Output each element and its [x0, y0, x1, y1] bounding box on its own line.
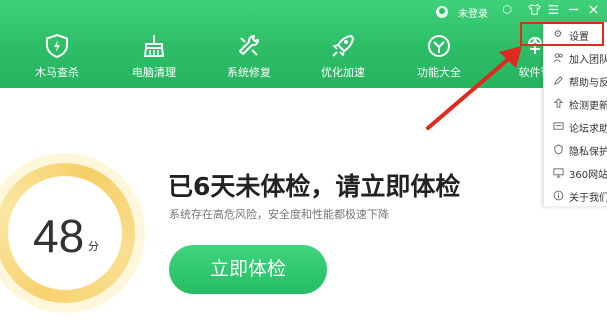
rocket-icon: [332, 35, 354, 57]
shirt-icon[interactable]: [527, 3, 541, 17]
app-header: 未登录 ⬡ 木马查杀 电脑清理 系统修复 优化加速 功能大全 软件管: [0, 0, 607, 88]
checkup-now-button[interactable]: 立即体检: [169, 245, 327, 294]
nav-item-trojan-scan[interactable]: 木马查杀: [22, 24, 92, 88]
title-bar: 未登录 ⬡: [0, 0, 607, 22]
edit-icon: [552, 75, 564, 87]
update-icon: [552, 98, 564, 110]
menu-item-label: 隐私保护: [569, 147, 607, 158]
annotation-highlight-box: [520, 22, 604, 46]
nav-item-system-repair[interactable]: 系统修复: [214, 24, 284, 88]
nav-label: 功能大全: [417, 66, 461, 79]
menu-item-join-team[interactable]: 加入团队: [544, 47, 607, 69]
score-unit: 分: [88, 240, 99, 253]
menu-item-privacy[interactable]: 隐私保护: [544, 139, 607, 161]
checkup-headline: 已6天未体检，请立即体检: [168, 172, 461, 201]
nav-label: 系统修复: [227, 66, 271, 79]
nav-item-features[interactable]: 功能大全: [404, 24, 474, 88]
nav-item-optimize[interactable]: 优化加速: [308, 24, 378, 88]
shield-icon: [46, 33, 68, 59]
forum-icon: [552, 121, 564, 133]
menu-item-label: 360网站: [569, 170, 607, 181]
cube-icon: [428, 35, 450, 57]
settings-dropdown-menu: ⚙ 设置 加入团队 帮助与反 检测更新 论坛求助 隐私保护 360网站 关于我们: [543, 22, 607, 206]
nav-label: 木马查杀: [35, 66, 79, 79]
monitor-icon: [552, 167, 564, 179]
settings-gear-icon[interactable]: ⬡: [500, 3, 514, 17]
menu-item-label: 检测更新: [569, 101, 607, 112]
menu-item-label: 帮助与反: [569, 78, 607, 89]
checkup-subline: 系统存在高危风险，安全度和性能都极速下降: [169, 208, 389, 221]
user-icon[interactable]: [436, 6, 448, 18]
team-icon: [552, 52, 564, 64]
menu-item-label: 关于我们: [569, 193, 607, 204]
main-nav: 木马查杀 电脑清理 系统修复 优化加速 功能大全 软件管: [0, 24, 607, 88]
wrench-icon: [239, 35, 259, 56]
nav-item-cleanup[interactable]: 电脑清理: [119, 24, 189, 88]
menu-item-360-website[interactable]: 360网站: [544, 162, 607, 184]
nav-label: 电脑清理: [132, 66, 176, 79]
menu-item-check-update[interactable]: 检测更新: [544, 93, 607, 115]
broom-icon: [143, 35, 165, 57]
menu-item-forum[interactable]: 论坛求助: [544, 116, 607, 138]
close-icon[interactable]: [586, 3, 600, 17]
menu-item-label: 论坛求助: [569, 124, 607, 135]
login-status-label[interactable]: 未登录: [458, 5, 488, 20]
nav-label: 优化加速: [321, 66, 365, 79]
menu-icon[interactable]: [546, 3, 560, 17]
menu-item-label: 加入团队: [569, 55, 607, 66]
menu-item-help-feedback[interactable]: 帮助与反: [544, 70, 607, 92]
privacy-icon: [552, 144, 564, 156]
info-icon: [552, 190, 564, 202]
minimize-icon[interactable]: [566, 3, 580, 17]
menu-item-about[interactable]: 关于我们: [544, 185, 607, 207]
health-score: 48: [33, 210, 85, 262]
